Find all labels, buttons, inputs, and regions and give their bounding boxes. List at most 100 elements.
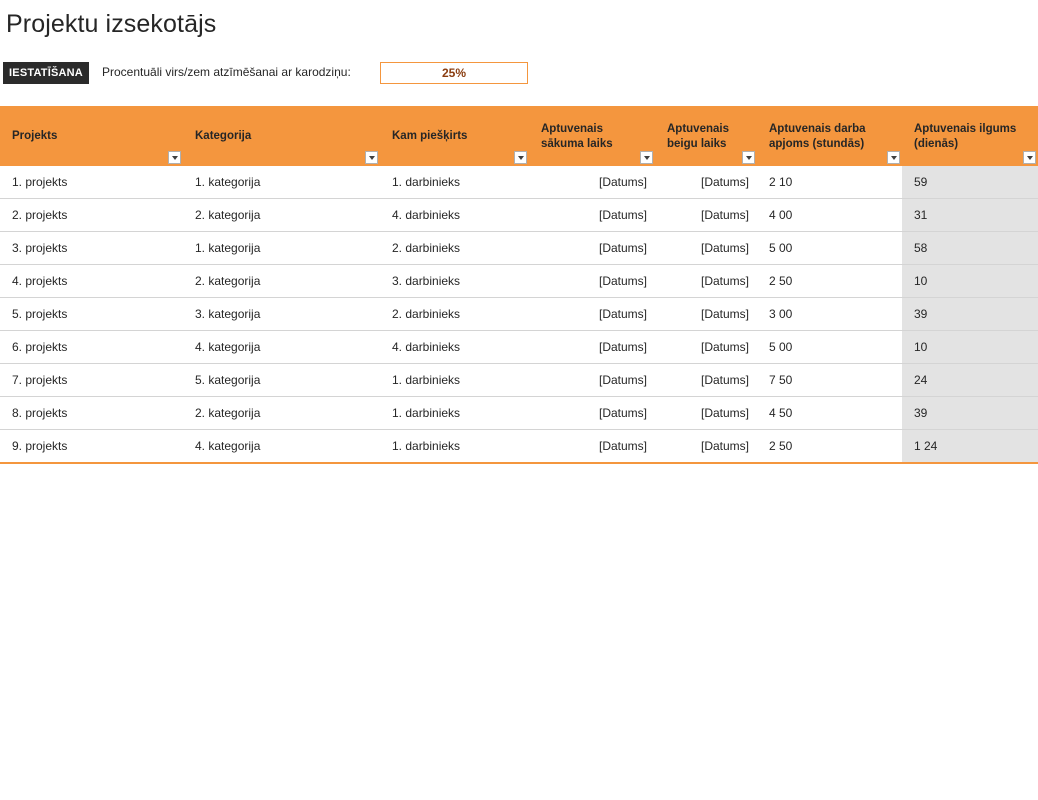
column-header-assigned: Kam piešķirts xyxy=(380,106,529,166)
column-header-category: Kategorija xyxy=(183,106,380,166)
column-header-label: Aptuvenais sākuma laiks xyxy=(541,123,613,150)
cell-duration-days: 10 xyxy=(902,330,1038,364)
table-row: 4. projekts 2. kategorija 3. darbinieks … xyxy=(0,264,1038,298)
settings-button[interactable]: IESTATĪŠANA xyxy=(3,62,89,84)
cell-duration-days: 1 24 xyxy=(902,429,1038,464)
cell-project[interactable]: 1. projekts xyxy=(0,166,183,199)
cell-start-date[interactable]: [Datums] xyxy=(529,264,655,298)
filter-dropdown-icon[interactable] xyxy=(365,151,378,164)
cell-duration-days: 31 xyxy=(902,198,1038,232)
filter-dropdown-icon[interactable] xyxy=(887,151,900,164)
cell-start-date[interactable]: [Datums] xyxy=(529,198,655,232)
table-header-row: Projekts Kategorija Kam piešķirts Aptuve… xyxy=(0,106,1038,166)
cell-duration-days: 10 xyxy=(902,264,1038,298)
cell-work-hours[interactable]: 2 50 xyxy=(757,264,902,298)
column-header-label: Aptuvenais darba apjoms (stundās) xyxy=(769,123,866,150)
cell-work-hours[interactable]: 4 50 xyxy=(757,396,902,430)
cell-assigned[interactable]: 1. darbinieks xyxy=(380,429,529,464)
filter-dropdown-icon[interactable] xyxy=(640,151,653,164)
cell-end-date[interactable]: [Datums] xyxy=(655,166,757,199)
column-header-start: Aptuvenais sākuma laiks xyxy=(529,106,655,166)
cell-end-date[interactable]: [Datums] xyxy=(655,396,757,430)
cell-start-date[interactable]: [Datums] xyxy=(529,231,655,265)
cell-category[interactable]: 2. kategorija xyxy=(183,396,380,430)
table-row: 2. projekts 2. kategorija 4. darbinieks … xyxy=(0,198,1038,232)
cell-end-date[interactable]: [Datums] xyxy=(655,429,757,464)
cell-work-hours[interactable]: 2 10 xyxy=(757,166,902,199)
cell-start-date[interactable]: [Datums] xyxy=(529,429,655,464)
cell-start-date[interactable]: [Datums] xyxy=(529,363,655,397)
cell-category[interactable]: 5. kategorija xyxy=(183,363,380,397)
cell-duration-days: 39 xyxy=(902,396,1038,430)
cell-end-date[interactable]: [Datums] xyxy=(655,330,757,364)
cell-duration-days: 39 xyxy=(902,297,1038,331)
cell-category[interactable]: 3. kategorija xyxy=(183,297,380,331)
cell-assigned[interactable]: 1. darbinieks xyxy=(380,363,529,397)
column-header-work: Aptuvenais darba apjoms (stundās) xyxy=(757,106,902,166)
filter-dropdown-icon[interactable] xyxy=(514,151,527,164)
table-row: 3. projekts 1. kategorija 2. darbinieks … xyxy=(0,231,1038,265)
cell-work-hours[interactable]: 4 00 xyxy=(757,198,902,232)
table-row: 7. projekts 5. kategorija 1. darbinieks … xyxy=(0,363,1038,397)
column-header-end: Aptuvenais beigu laiks xyxy=(655,106,757,166)
filter-dropdown-icon[interactable] xyxy=(742,151,755,164)
cell-assigned[interactable]: 3. darbinieks xyxy=(380,264,529,298)
cell-project[interactable]: 3. projekts xyxy=(0,231,183,265)
cell-project[interactable]: 7. projekts xyxy=(0,363,183,397)
project-table: Projekts Kategorija Kam piešķirts Aptuve… xyxy=(0,106,1038,464)
cell-end-date[interactable]: [Datums] xyxy=(655,231,757,265)
cell-duration-days: 24 xyxy=(902,363,1038,397)
filter-dropdown-icon[interactable] xyxy=(1023,151,1036,164)
column-header-label: Kam piešķirts xyxy=(392,130,468,142)
column-header-label: Projekts xyxy=(12,130,58,142)
spreadsheet-page: Projektu izsekotājs IESTATĪŠANA Procentu… xyxy=(0,0,1038,800)
filter-dropdown-icon[interactable] xyxy=(168,151,181,164)
cell-start-date[interactable]: [Datums] xyxy=(529,396,655,430)
cell-work-hours[interactable]: 7 50 xyxy=(757,363,902,397)
cell-project[interactable]: 6. projekts xyxy=(0,330,183,364)
cell-duration-days: 59 xyxy=(902,166,1038,199)
column-header-label: Aptuvenais beigu laiks xyxy=(667,123,729,150)
cell-work-hours[interactable]: 5 00 xyxy=(757,330,902,364)
column-header-project: Projekts xyxy=(0,106,183,166)
cell-project[interactable]: 4. projekts xyxy=(0,264,183,298)
cell-category[interactable]: 1. kategorija xyxy=(183,231,380,265)
flag-percent-input[interactable] xyxy=(380,62,528,84)
cell-end-date[interactable]: [Datums] xyxy=(655,297,757,331)
flag-percent-label: Procentuāli virs/zem atzīmēšanai ar karo… xyxy=(102,65,351,79)
cell-work-hours[interactable]: 2 50 xyxy=(757,429,902,464)
cell-end-date[interactable]: [Datums] xyxy=(655,198,757,232)
cell-assigned[interactable]: 4. darbinieks xyxy=(380,330,529,364)
cell-end-date[interactable]: [Datums] xyxy=(655,264,757,298)
table-row: 9. projekts 4. kategorija 1. darbinieks … xyxy=(0,429,1038,464)
column-header-duration: Aptuvenais ilgums (dienās) xyxy=(902,106,1038,166)
table-row: 5. projekts 3. kategorija 2. darbinieks … xyxy=(0,297,1038,331)
cell-work-hours[interactable]: 3 00 xyxy=(757,297,902,331)
cell-work-hours[interactable]: 5 00 xyxy=(757,231,902,265)
table-row: 6. projekts 4. kategorija 4. darbinieks … xyxy=(0,330,1038,364)
cell-category[interactable]: 2. kategorija xyxy=(183,198,380,232)
cell-category[interactable]: 2. kategorija xyxy=(183,264,380,298)
cell-start-date[interactable]: [Datums] xyxy=(529,330,655,364)
cell-end-date[interactable]: [Datums] xyxy=(655,363,757,397)
table-row: 8. projekts 2. kategorija 1. darbinieks … xyxy=(0,396,1038,430)
cell-assigned[interactable]: 1. darbinieks xyxy=(380,396,529,430)
page-title: Projektu izsekotājs xyxy=(6,10,217,38)
cell-start-date[interactable]: [Datums] xyxy=(529,297,655,331)
cell-project[interactable]: 5. projekts xyxy=(0,297,183,331)
cell-category[interactable]: 4. kategorija xyxy=(183,330,380,364)
cell-project[interactable]: 8. projekts xyxy=(0,396,183,430)
cell-start-date[interactable]: [Datums] xyxy=(529,166,655,199)
cell-project[interactable]: 9. projekts xyxy=(0,429,183,464)
column-header-label: Aptuvenais ilgums (dienās) xyxy=(914,123,1017,150)
cell-project[interactable]: 2. projekts xyxy=(0,198,183,232)
cell-assigned[interactable]: 2. darbinieks xyxy=(380,231,529,265)
cell-assigned[interactable]: 2. darbinieks xyxy=(380,297,529,331)
cell-category[interactable]: 1. kategorija xyxy=(183,166,380,199)
cell-category[interactable]: 4. kategorija xyxy=(183,429,380,464)
cell-assigned[interactable]: 1. darbinieks xyxy=(380,166,529,199)
cell-duration-days: 58 xyxy=(902,231,1038,265)
table-row: 1. projekts 1. kategorija 1. darbinieks … xyxy=(0,166,1038,199)
column-header-label: Kategorija xyxy=(195,130,252,142)
cell-assigned[interactable]: 4. darbinieks xyxy=(380,198,529,232)
